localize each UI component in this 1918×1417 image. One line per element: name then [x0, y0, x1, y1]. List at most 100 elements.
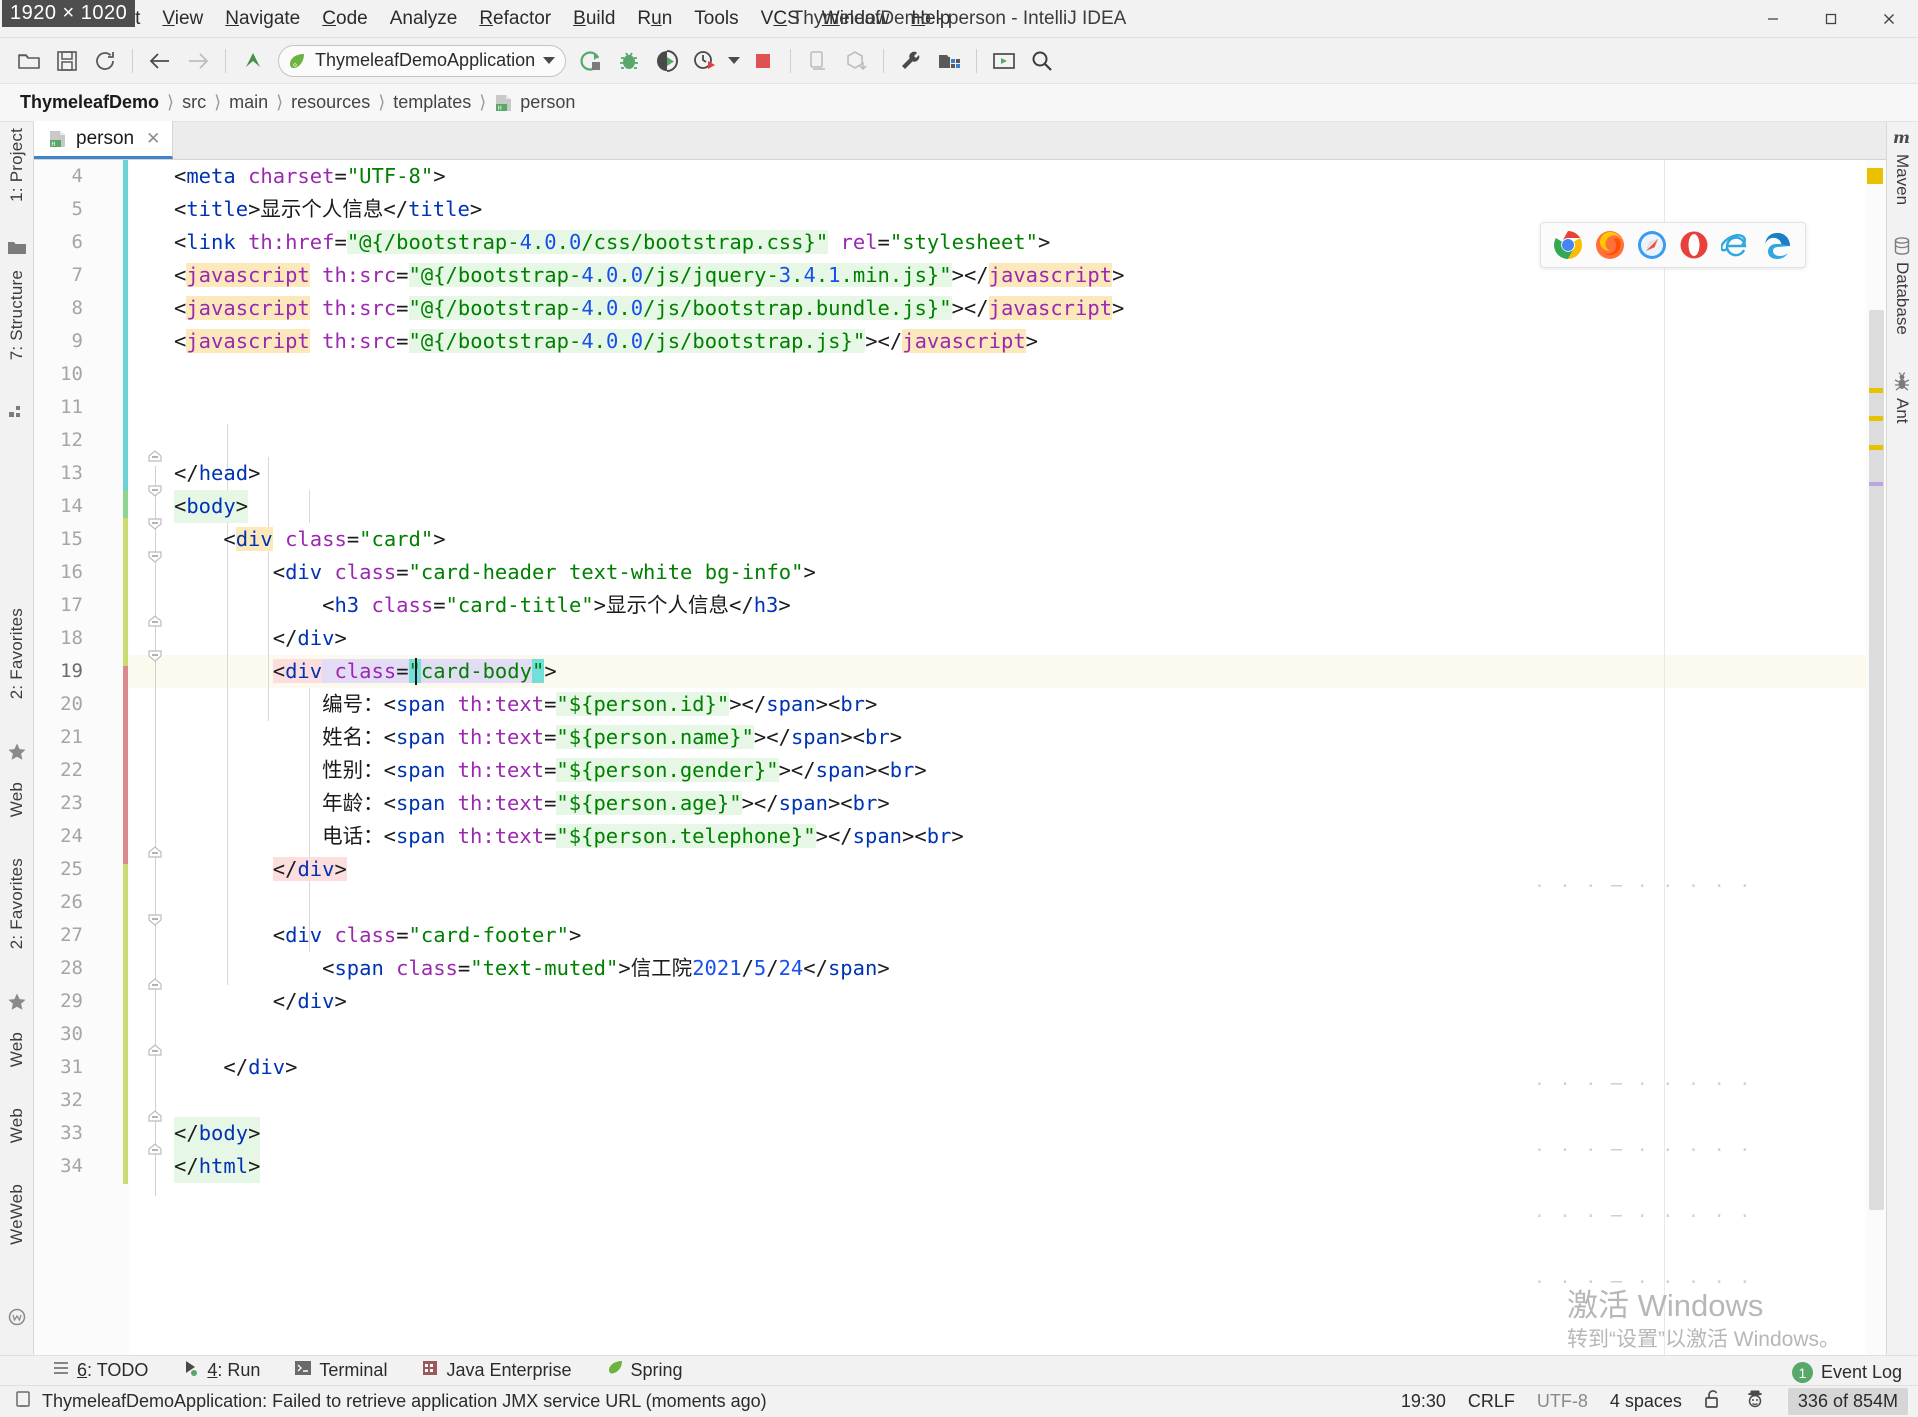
bottom-tab-terminal[interactable]: Terminal — [290, 1357, 391, 1384]
menu-window[interactable]: Window — [811, 4, 901, 34]
code-editor[interactable]: 4 5 6 7 8 9 10 11 12 13 14 15 16 17 18 1… — [34, 160, 1886, 1355]
run-icon[interactable] — [572, 42, 610, 80]
menu-navigate[interactable]: Navigate — [214, 4, 311, 34]
debug-icon[interactable] — [610, 42, 648, 80]
back-arrow-icon[interactable] — [141, 42, 179, 80]
caret-position-marker[interactable] — [1869, 482, 1883, 486]
warning-marker[interactable] — [1869, 445, 1883, 450]
status-message-icon[interactable] — [14, 1390, 32, 1413]
run-coverage-icon[interactable] — [648, 42, 686, 80]
open-folder-icon[interactable] — [10, 42, 48, 80]
minimize-button[interactable] — [1744, 0, 1802, 38]
menu-run[interactable]: Run — [626, 4, 683, 34]
close-button[interactable] — [1860, 0, 1918, 38]
event-log-button[interactable]: 1 Event Log — [1791, 1362, 1902, 1383]
editor-tab-person[interactable]: H person ✕ — [34, 121, 174, 159]
menu-analyze[interactable]: Analyze — [379, 4, 469, 34]
menu-code[interactable]: Code — [311, 4, 378, 34]
indent-indicator[interactable]: 4 spaces — [1610, 1391, 1682, 1412]
status-message[interactable]: ThymeleafDemoApplication: Failed to retr… — [42, 1391, 767, 1412]
menu-help[interactable]: Help — [900, 4, 961, 34]
code-line-14[interactable]: <body> — [174, 490, 249, 523]
weweb-icon[interactable] — [0, 1308, 34, 1326]
firefox-icon[interactable] — [1595, 230, 1625, 260]
maximize-button[interactable] — [1802, 0, 1860, 38]
unlocked-padlock-icon[interactable] — [1704, 1389, 1722, 1414]
memory-indicator[interactable]: 336 of 854M — [1787, 1388, 1908, 1415]
code-line-18[interactable]: </div> — [174, 622, 347, 655]
window-controls[interactable] — [1744, 0, 1918, 38]
code-line-17[interactable]: <h3 class="card-title">显示个人信息</h3> — [174, 589, 791, 622]
sync-icon[interactable] — [86, 42, 124, 80]
editor-marker-rail[interactable] — [1866, 160, 1886, 1355]
bottom-tab-java-enterprise[interactable]: Java Enterprise — [417, 1357, 575, 1384]
code-line-33[interactable]: </body> — [174, 1117, 261, 1150]
chevron-down-icon[interactable] — [543, 57, 556, 64]
code-line-15[interactable]: <div class="card"> — [174, 523, 446, 556]
code-line-31[interactable]: </div> — [174, 1051, 297, 1084]
structure-icon[interactable] — [0, 404, 34, 422]
bottom-tab-spring[interactable]: Spring — [602, 1357, 687, 1384]
star-icon[interactable] — [0, 742, 34, 762]
bottom-tab-run[interactable]: 4: Run — [178, 1357, 264, 1384]
sidebar-item-web-1[interactable]: Web — [0, 782, 34, 817]
profiler-dropdown-icon[interactable] — [724, 42, 744, 80]
sidebar-item-ant[interactable]: Ant — [1886, 398, 1918, 424]
ant-icon[interactable] — [1886, 372, 1918, 392]
sidebar-item-maven[interactable]: Maven — [1886, 154, 1918, 205]
code-line-22[interactable]: 性别：<span th:text="${person.gender}"></sp… — [174, 754, 927, 787]
code-line-19[interactable]: <div class="card-body"> — [174, 655, 557, 688]
code-line-27[interactable]: <div class="card-footer"> — [174, 919, 582, 952]
breadcrumb-item-person[interactable]: H person — [488, 90, 581, 115]
inspection-status-warning-icon[interactable] — [1867, 168, 1883, 184]
sidebar-item-project[interactable]: 1: Project — [0, 128, 34, 202]
sidebar-item-weweb[interactable]: WeWeb — [0, 1184, 34, 1245]
chrome-icon[interactable] — [1553, 230, 1583, 260]
safari-icon[interactable] — [1637, 230, 1667, 260]
code-line-4[interactable]: <meta charset="UTF-8"> — [174, 160, 446, 193]
close-icon[interactable]: ✕ — [146, 129, 160, 149]
menu-bar[interactable]: FFileile Edit View Navigate Code Analyze… — [44, 0, 961, 38]
settings-wrench-icon[interactable] — [892, 42, 930, 80]
sidebar-item-favorites-2[interactable]: 2: Favorites — [0, 858, 34, 949]
forward-arrow-icon[interactable] — [179, 42, 217, 80]
breadcrumb-item-resources[interactable]: resources — [285, 90, 376, 115]
line-separator-indicator[interactable]: CRLF — [1468, 1391, 1515, 1412]
breadcrumb-item-main[interactable]: main — [223, 90, 274, 115]
code-line-24[interactable]: 电话：<span th:text="${person.telephone}"><… — [174, 820, 964, 853]
code-line-20[interactable]: 编号：<span th:text="${person.id}"></span><… — [174, 688, 877, 721]
code-line-21[interactable]: 姓名：<span th:text="${person.name}"></span… — [174, 721, 902, 754]
warning-marker[interactable] — [1869, 388, 1883, 393]
database-icon[interactable] — [1886, 236, 1918, 256]
sidebar-item-structure[interactable]: 7: Structure — [0, 270, 34, 360]
code-line-8[interactable]: <javascript th:src="@{/bootstrap-4.0.0/j… — [174, 292, 1124, 325]
menu-tools[interactable]: Tools — [683, 4, 749, 34]
star-icon[interactable] — [0, 992, 34, 1012]
undo-icon[interactable] — [234, 42, 272, 80]
edge-icon[interactable] — [1763, 230, 1793, 260]
code-line-29[interactable]: </div> — [174, 985, 347, 1018]
code-line-5[interactable]: <title>显示个人信息</title> — [174, 193, 482, 226]
code-line-9[interactable]: <javascript th:src="@{/bootstrap-4.0.0/j… — [174, 325, 1038, 358]
breadcrumb[interactable]: ThymeleafDemo ⟩ src ⟩ main ⟩ resources ⟩… — [0, 84, 1918, 122]
stop-icon[interactable] — [744, 42, 782, 80]
breadcrumb-item-templates[interactable]: templates — [387, 90, 477, 115]
maven-icon[interactable]: m — [1886, 126, 1918, 148]
project-icon[interactable] — [0, 238, 34, 258]
bottom-tab-todo[interactable]: 6: TODO — [48, 1357, 152, 1384]
run-configuration-selector[interactable]: ThymeleafDemoApplication — [278, 44, 567, 77]
save-all-icon[interactable] — [48, 42, 86, 80]
menu-vcs[interactable]: VCS — [750, 4, 811, 34]
warning-marker[interactable] — [1869, 416, 1883, 421]
project-structure-icon[interactable] — [930, 42, 968, 80]
code-line-6[interactable]: <link th:href="@{/bootstrap-4.0.0/css/bo… — [174, 226, 1050, 259]
sidebar-item-database[interactable]: Database — [1886, 262, 1918, 335]
hector-inspector-icon[interactable] — [1744, 1389, 1766, 1414]
menu-refactor[interactable]: Refactor — [468, 4, 562, 34]
breadcrumb-item-src[interactable]: src — [176, 90, 212, 115]
menu-build[interactable]: Build — [562, 4, 626, 34]
profiler-icon[interactable] — [686, 42, 724, 80]
sidebar-item-favorites[interactable]: 2: Favorites — [0, 608, 34, 699]
code-line-23[interactable]: 年龄：<span th:text="${person.age}"></span>… — [174, 787, 890, 820]
breadcrumb-item-project[interactable]: ThymeleafDemo — [14, 90, 165, 115]
